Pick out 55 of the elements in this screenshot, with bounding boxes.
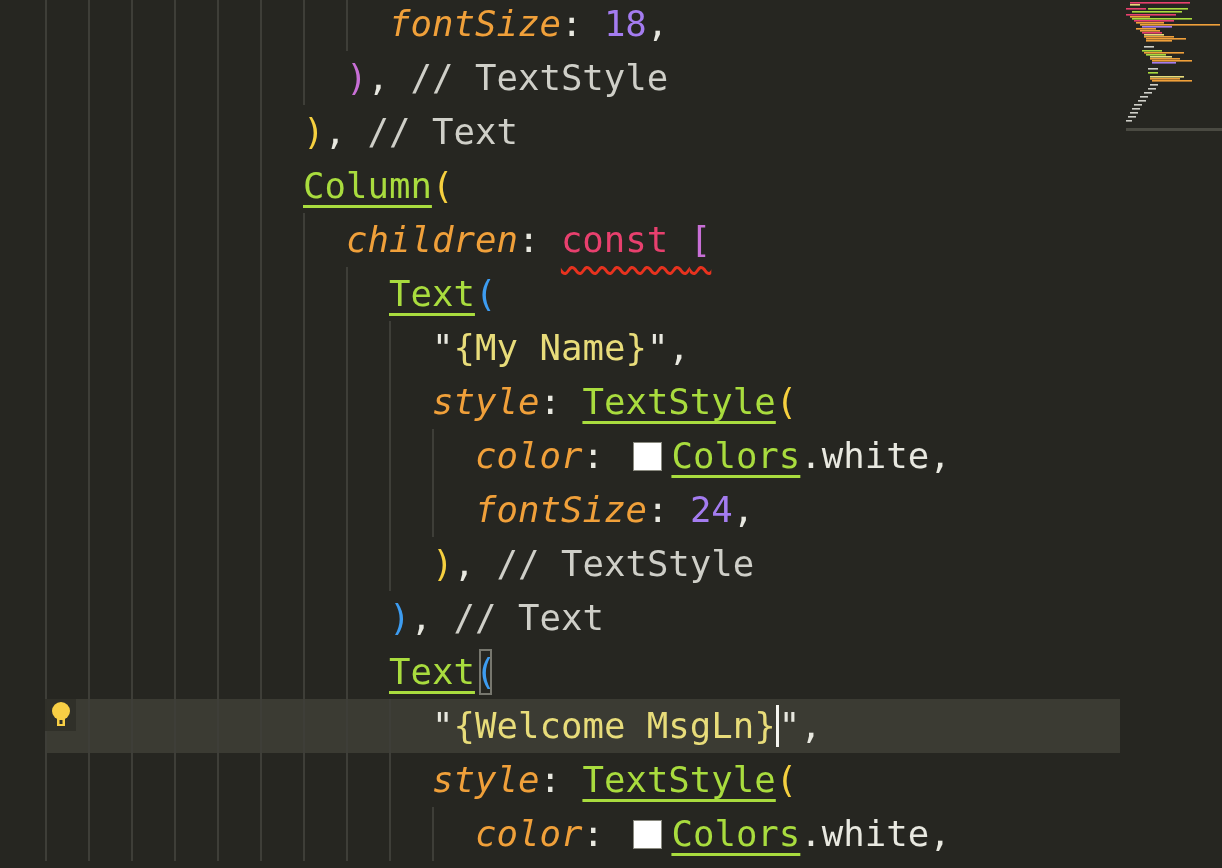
punctuation: ", [646, 326, 690, 370]
number-literal: 18 [603, 2, 647, 46]
code-comment: // Text [367, 110, 518, 154]
bracket: ( [474, 645, 497, 699]
class-name: Text [389, 650, 475, 694]
property-name: fontSize [389, 2, 561, 46]
class-name: Text [389, 272, 475, 316]
property-name: children [346, 218, 518, 262]
code-comment: // TextStyle [410, 56, 669, 100]
color-swatch[interactable] [633, 819, 663, 849]
property-name: color [475, 812, 583, 856]
punctuation: , [410, 596, 433, 640]
punctuation: : [539, 380, 562, 424]
string-literal: {Welcome MsgLn} [453, 704, 776, 748]
property-name: style [432, 380, 540, 424]
bracket: [ [689, 218, 712, 262]
color-swatch[interactable] [633, 441, 663, 471]
punctuation: " [432, 326, 454, 370]
punctuation: , [324, 110, 347, 154]
class-name: Colors [671, 812, 801, 856]
punctuation: : [560, 2, 584, 46]
class-name: TextStyle [582, 758, 776, 802]
punctuation: : [517, 218, 541, 262]
punctuation: .white, [800, 812, 951, 856]
lightbulb-icon[interactable] [45, 699, 76, 731]
number-literal: 24 [689, 488, 733, 532]
class-name: TextStyle [582, 380, 776, 424]
class-name: Column [303, 164, 432, 208]
punctuation: : [646, 488, 670, 532]
property-name: style [432, 758, 540, 802]
punctuation: .white, [800, 434, 951, 478]
bracket: ) [346, 56, 368, 100]
punctuation: : [539, 758, 562, 802]
bracket: ( [775, 380, 798, 424]
punctuation: ", [778, 704, 822, 748]
keyword: const [560, 218, 670, 262]
punctuation: , [453, 542, 476, 586]
bracket: ) [432, 542, 454, 586]
property-name: color [475, 434, 583, 478]
punctuation: , [732, 488, 755, 532]
property-name: fontSize [475, 488, 647, 532]
punctuation: : [582, 812, 605, 856]
class-name: Colors [671, 434, 801, 478]
punctuation: , [646, 2, 669, 46]
code-comment: // TextStyle [496, 542, 755, 586]
bracket: ) [389, 596, 411, 640]
punctuation: , [367, 56, 390, 100]
bracket: ( [474, 272, 497, 316]
bracket: ( [775, 758, 798, 802]
punctuation: : [582, 434, 605, 478]
code-comment: // Text [453, 596, 604, 640]
punctuation: " [432, 704, 454, 748]
bracket: ) [303, 110, 325, 154]
string-literal: {My Name} [453, 326, 647, 370]
bracket: ( [431, 164, 454, 208]
